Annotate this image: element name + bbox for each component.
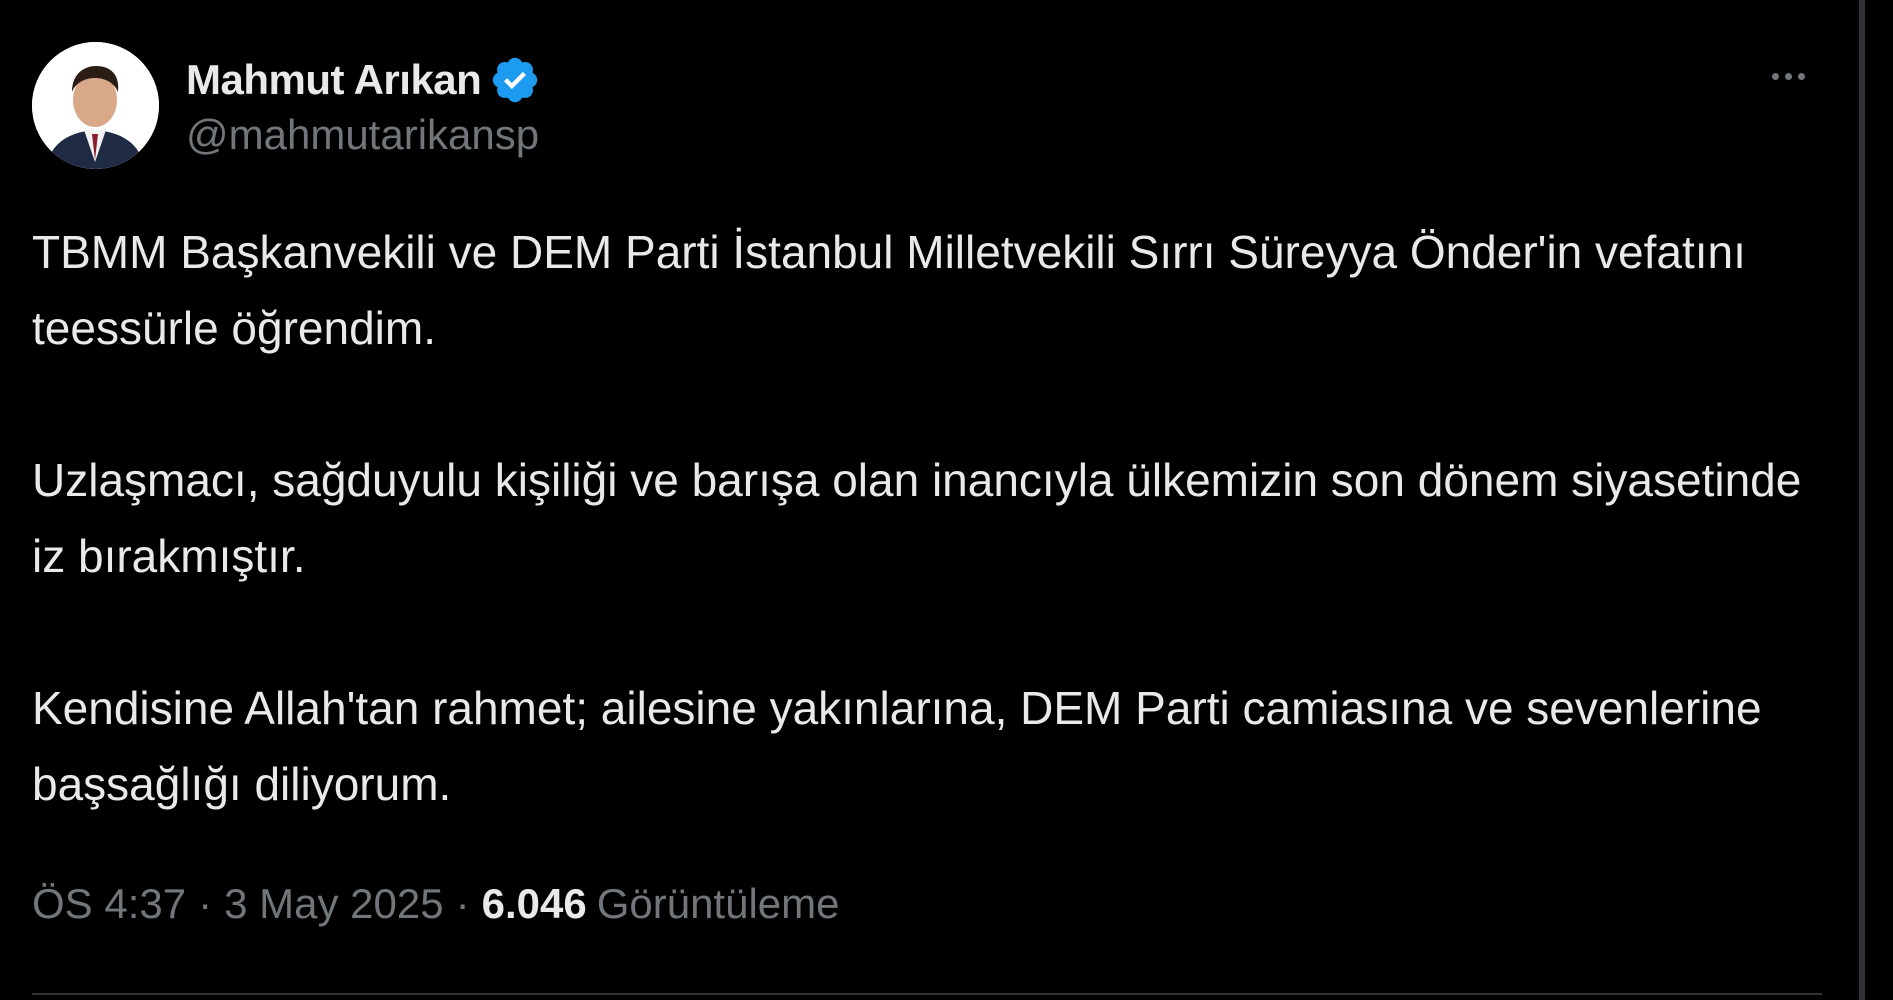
more-dot-icon (1784, 72, 1792, 80)
tweet-date[interactable]: 3 May 2025 (224, 880, 443, 928)
tweet-text: TBMM Başkanvekili ve DEM Parti İstanbul … (32, 214, 1832, 822)
tweet-time[interactable]: ÖS 4:37 (32, 880, 186, 928)
verified-badge-icon[interactable] (489, 54, 541, 106)
author-handle[interactable]: @mahmutarikansp (186, 111, 541, 159)
more-options-button[interactable] (1758, 54, 1818, 98)
name-row: Mahmut Arıkan (186, 51, 541, 109)
tweet-paragraph: Kendisine Allah'tan rahmet; ailesine yak… (32, 682, 1762, 810)
avatar-portrait-icon (32, 41, 159, 169)
more-dot-icon (1771, 72, 1779, 80)
tweet-card: Mahmut Arıkan @mahmutarikansp TBMM Başka… (0, 0, 1893, 1000)
author-display-name[interactable]: Mahmut Arıkan (186, 56, 482, 104)
avatar[interactable] (32, 41, 159, 169)
author-identity: Mahmut Arıkan @mahmutarikansp (186, 51, 541, 159)
tweet-paragraph: Uzlaşmacı, sağduyulu kişiliği ve barışa … (32, 454, 1802, 582)
column-border (1859, 0, 1865, 1000)
views-label: Görüntüleme (596, 880, 840, 927)
meta-separator: · (455, 880, 470, 927)
tweet-meta: ÖS 4:37 · 3 May 2025 · 6.046 Görüntüleme (32, 880, 840, 928)
views-count[interactable]: 6.046 (482, 880, 587, 928)
tweet-header: Mahmut Arıkan @mahmutarikansp (32, 40, 541, 170)
meta-separator: · (198, 880, 213, 927)
tweet-paragraph: TBMM Başkanvekili ve DEM Parti İstanbul … (32, 226, 1746, 354)
divider (32, 993, 1822, 995)
more-dot-icon (1797, 72, 1805, 80)
